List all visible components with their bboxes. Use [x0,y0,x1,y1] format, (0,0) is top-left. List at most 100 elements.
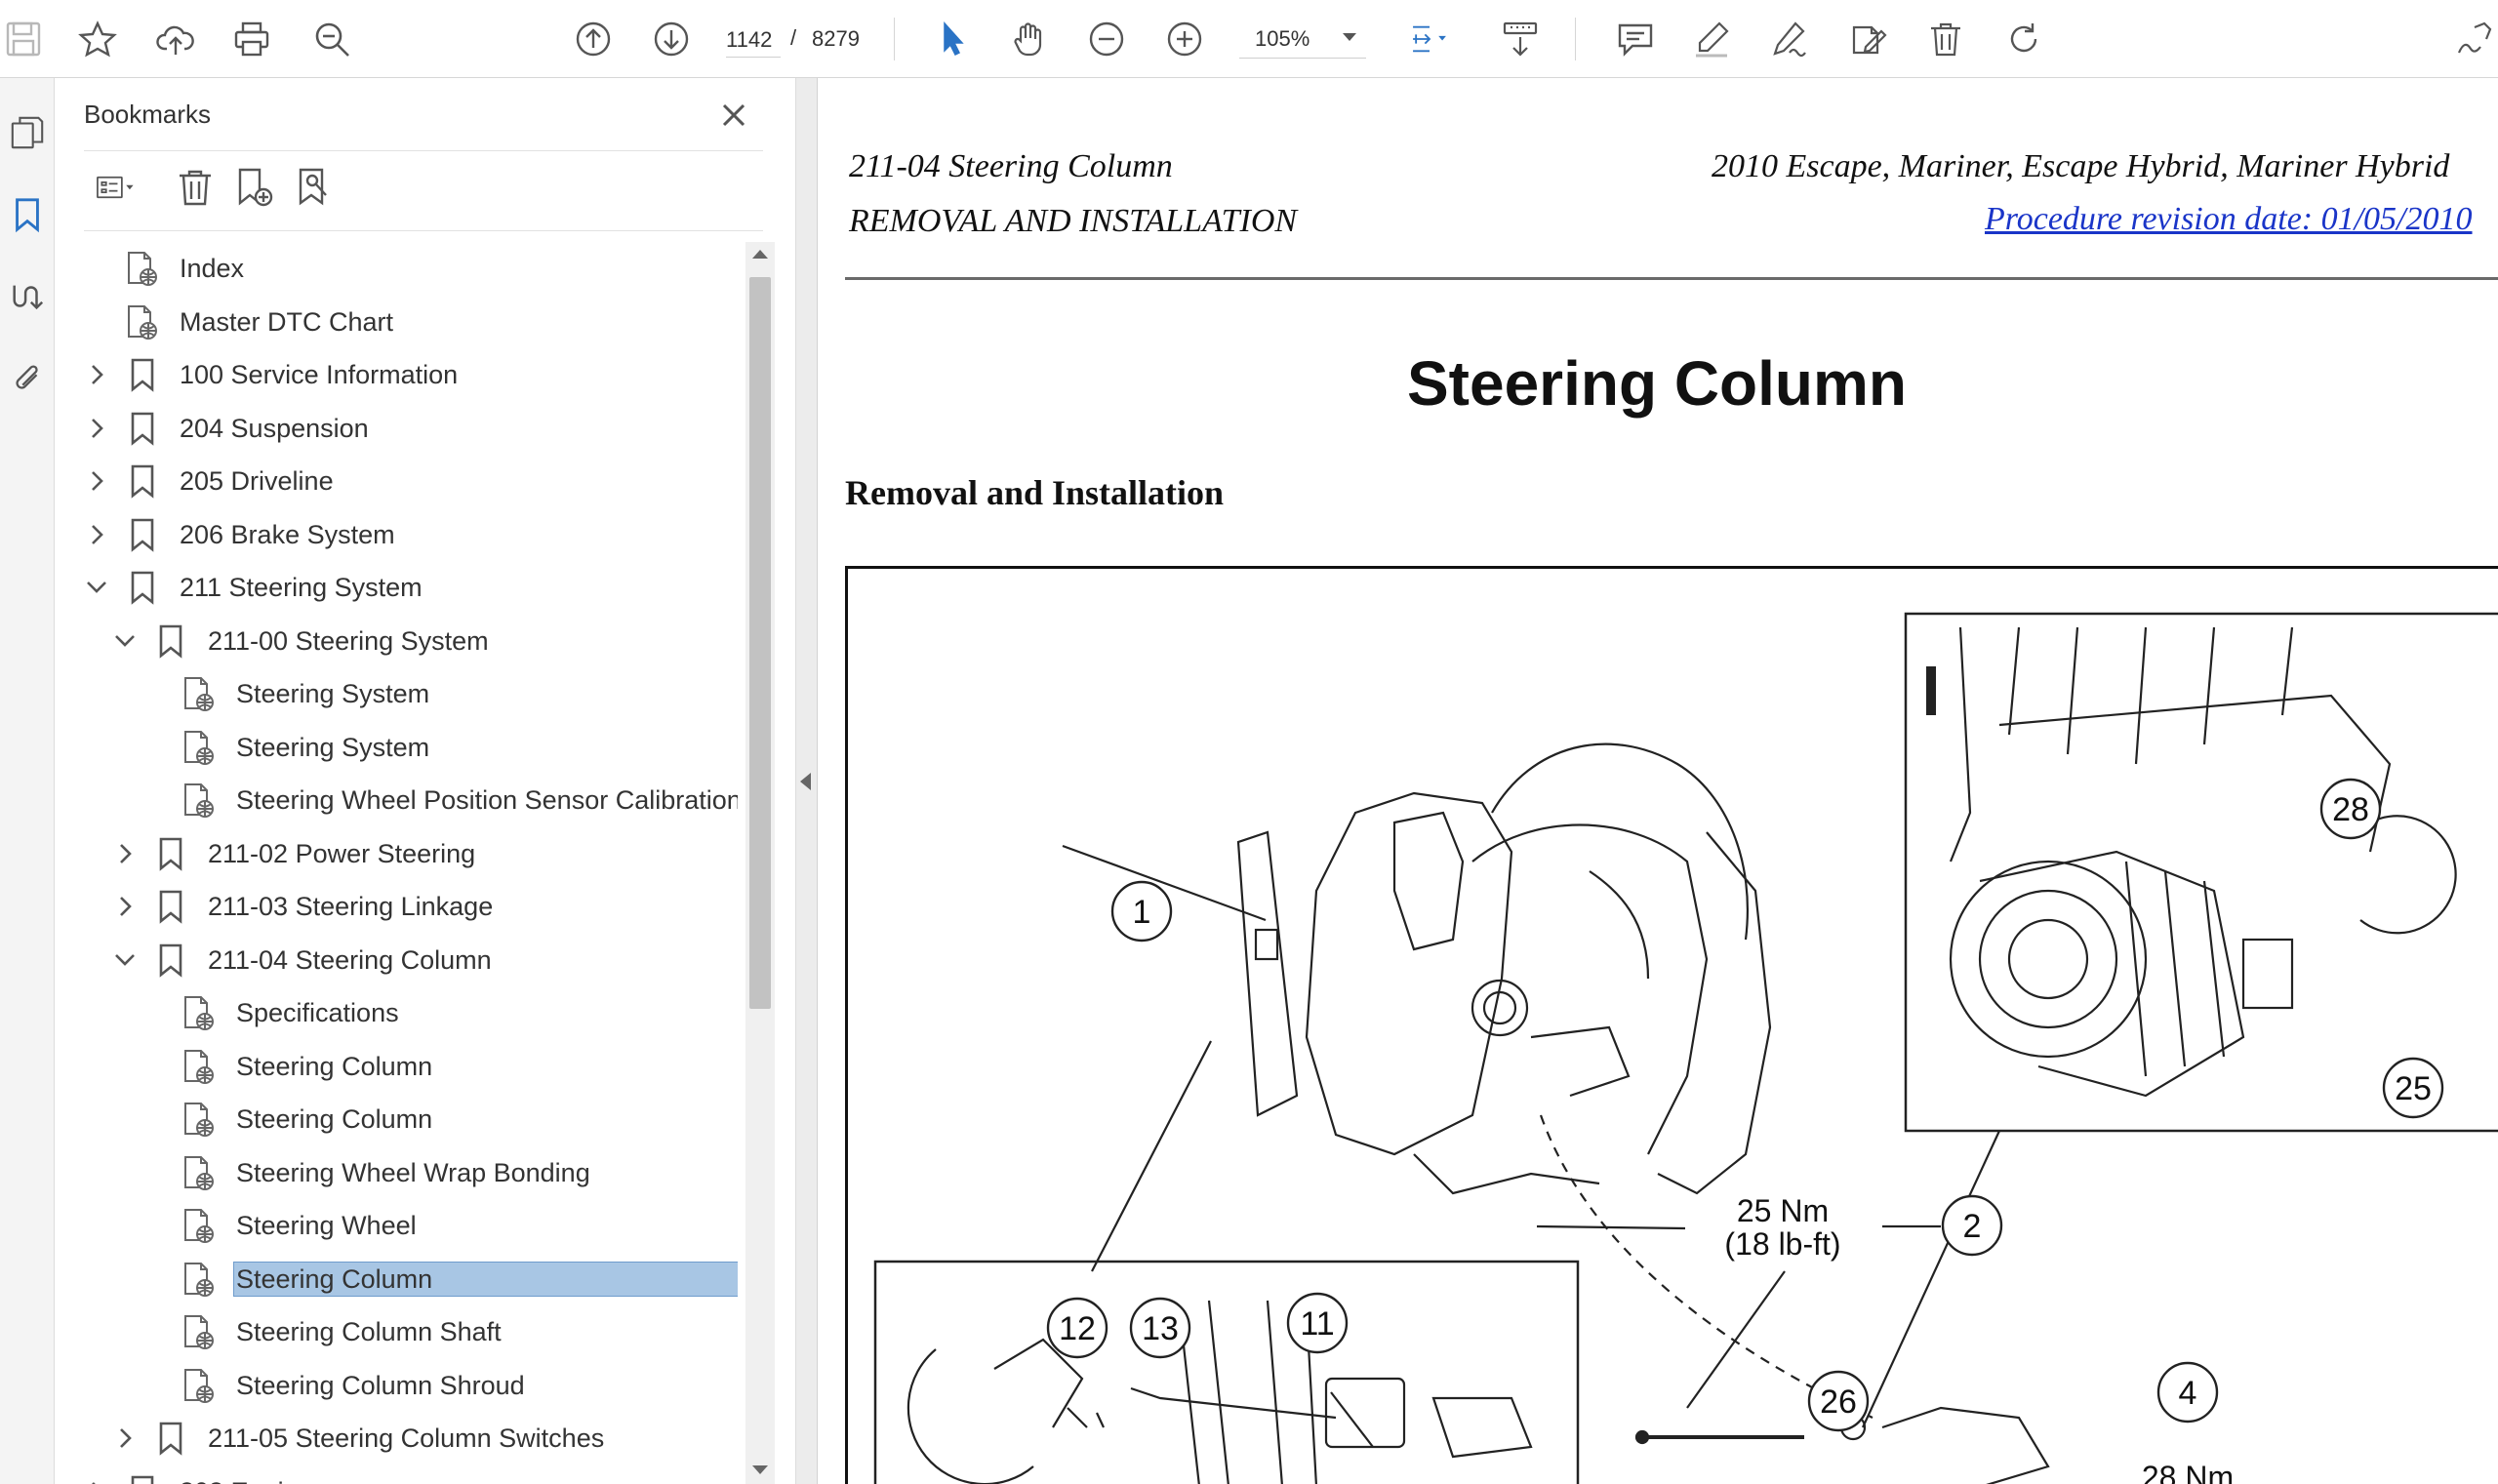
callout-label: 4 [2179,1375,2197,1412]
web-page-bookmark-icon [181,729,217,766]
bookmark-label: 204 Suspension [180,413,369,443]
bookmark-item[interactable]: Steering Column Shaft [55,1305,738,1358]
bookmark-icon [125,462,160,500]
bookmark-label: 100 Service Information [180,360,459,389]
chevron-down-icon[interactable] [112,628,138,654]
collapse-panel-icon[interactable] [800,773,811,790]
attachments-paperclip-icon[interactable] [0,347,55,410]
find-bookmark-icon[interactable] [289,162,340,213]
upload-cloud-icon[interactable] [152,16,199,62]
doc-revision-date-link[interactable]: Procedure revision date: 01/05/2010 [1985,201,2473,238]
bookmarks-panel: Bookmarks Index Master DTC Chart 100 Servi… [55,78,796,1484]
bookmark-item[interactable]: 303 Engine [55,1465,738,1484]
bookmark-item[interactable]: Master DTC Chart [55,296,738,348]
bookmark-item[interactable]: 211-04 Steering Column [55,934,738,986]
chevron-down-icon[interactable] [112,947,138,973]
bookmarks-panel-icon[interactable] [0,183,55,246]
bookmark-label: Index [180,254,245,283]
bookmark-item[interactable]: Steering Column [55,1040,738,1093]
highlight-pen-icon[interactable] [1688,16,1735,62]
bookmark-label: Steering Column [236,1051,433,1081]
bookmark-label: Steering Wheel Wrap Bonding [236,1157,590,1187]
comment-icon[interactable] [1612,16,1659,62]
close-icon[interactable] [716,98,751,133]
bookmark-item[interactable]: 206 Brake System [55,508,738,561]
panel-splitter[interactable] [796,78,818,1484]
web-page-bookmark-icon [181,1101,217,1138]
bookmark-item[interactable]: 211-02 Power Steering [55,827,738,880]
bookmark-item[interactable]: Steering Wheel Position Sensor Calibrati… [55,774,738,826]
panel-divider [84,150,763,151]
bookmark-label: 211-04 Steering Column [208,944,492,975]
callout-label: 25 [2395,1070,2432,1107]
bookmark-item[interactable]: 100 Service Information [55,348,738,401]
scroll-down-icon[interactable] [752,1465,768,1474]
chevron-right-icon[interactable] [84,522,109,547]
document-view[interactable]: 211-04 Steering Column REMOVAL AND INSTA… [818,78,2498,1484]
bookmark-item[interactable]: Steering Column [55,1093,738,1145]
rotate-icon[interactable] [2000,16,2047,62]
bookmark-item[interactable]: 204 Suspension [55,402,738,455]
chevron-right-icon[interactable] [84,416,109,441]
signatures-path-icon[interactable] [0,265,55,328]
torque-spec-lbft: (18 lb-ft) [1724,1226,1840,1262]
bookmark-item[interactable]: Steering System [55,721,738,774]
bookmark-icon [153,942,188,979]
page-thumbnails-icon[interactable] [0,101,55,164]
zoom-out-icon[interactable] [1083,16,1130,62]
bookmark-label: Steering Wheel [236,1211,417,1240]
chevron-right-icon[interactable] [84,362,109,387]
draw-pencil-icon[interactable] [1766,16,1813,62]
bookmark-item[interactable]: Specifications [55,986,738,1039]
bookmark-star-icon[interactable] [74,16,121,62]
torque-spec-2: 28 Nm [2142,1460,2234,1484]
bookmark-item[interactable]: 211-00 Steering System [55,615,738,667]
chevron-right-icon[interactable] [112,1425,138,1451]
select-cursor-icon[interactable] [929,16,976,62]
sign-icon[interactable] [2451,16,2498,62]
fit-page-icon[interactable] [1397,16,1462,62]
bookmark-label: Steering Column Shroud [236,1370,525,1400]
zoom-in-icon[interactable] [1161,16,1208,62]
zoom-search-icon[interactable] [308,16,355,62]
bookmark-item[interactable]: Steering Wheel Wrap Bonding [55,1146,738,1199]
callout-label: 28 [2332,791,2369,828]
zoom-level-dropdown[interactable]: 105% [1239,20,1366,59]
bookmark-icon [153,835,188,872]
hand-pan-icon[interactable] [1005,16,1052,62]
bookmark-item[interactable]: 211-05 Steering Column Switches [55,1412,738,1464]
bookmark-label: 205 Driveline [180,466,334,496]
scroll-mode-icon[interactable] [1497,16,1544,62]
chevron-right-icon[interactable] [112,894,138,919]
bookmark-label: Steering System [236,679,430,708]
next-page-icon[interactable] [648,16,695,62]
add-bookmark-icon[interactable] [228,162,279,213]
save-icon[interactable] [0,16,47,62]
bookmark-item[interactable]: Steering System [55,667,738,720]
scrollbar-thumb[interactable] [749,277,771,1009]
bookmark-item[interactable]: 211 Steering System [55,561,738,614]
print-icon[interactable] [228,16,275,62]
edit-text-icon[interactable] [1844,16,1891,62]
page-number-input[interactable] [726,23,781,58]
bookmark-item[interactable]: Steering Column [55,1253,738,1305]
bookmark-item[interactable]: Index [55,242,738,295]
bookmark-item[interactable]: 211-03 Steering Linkage [55,880,738,933]
bookmark-item[interactable]: Steering Wheel [55,1199,738,1252]
previous-page-icon[interactable] [570,16,617,62]
bookmark-label: Steering Column Shaft [236,1317,502,1346]
diagram-drawing: 1 28 25 2 12 13 11 26 4 25 Nm (18 lb-ft)… [873,612,2498,1484]
chevron-right-icon[interactable] [112,841,138,866]
chevron-right-icon[interactable] [84,468,109,494]
delete-trash-icon[interactable] [1922,16,1969,62]
bookmark-options-icon[interactable] [84,162,148,213]
bookmark-label: 303 Engine [178,1475,315,1484]
bookmark-label: 211 Steering System [180,573,423,602]
scroll-up-icon[interactable] [752,250,768,259]
bookmark-item[interactable]: 205 Driveline [55,455,738,507]
bookmark-item[interactable]: Steering Column Shroud [55,1359,738,1412]
bookmark-scrollbar[interactable] [745,242,775,1484]
chevron-down-icon[interactable] [84,575,109,600]
chevron-right-icon[interactable] [84,1479,109,1484]
delete-bookmark-icon[interactable] [170,162,221,213]
